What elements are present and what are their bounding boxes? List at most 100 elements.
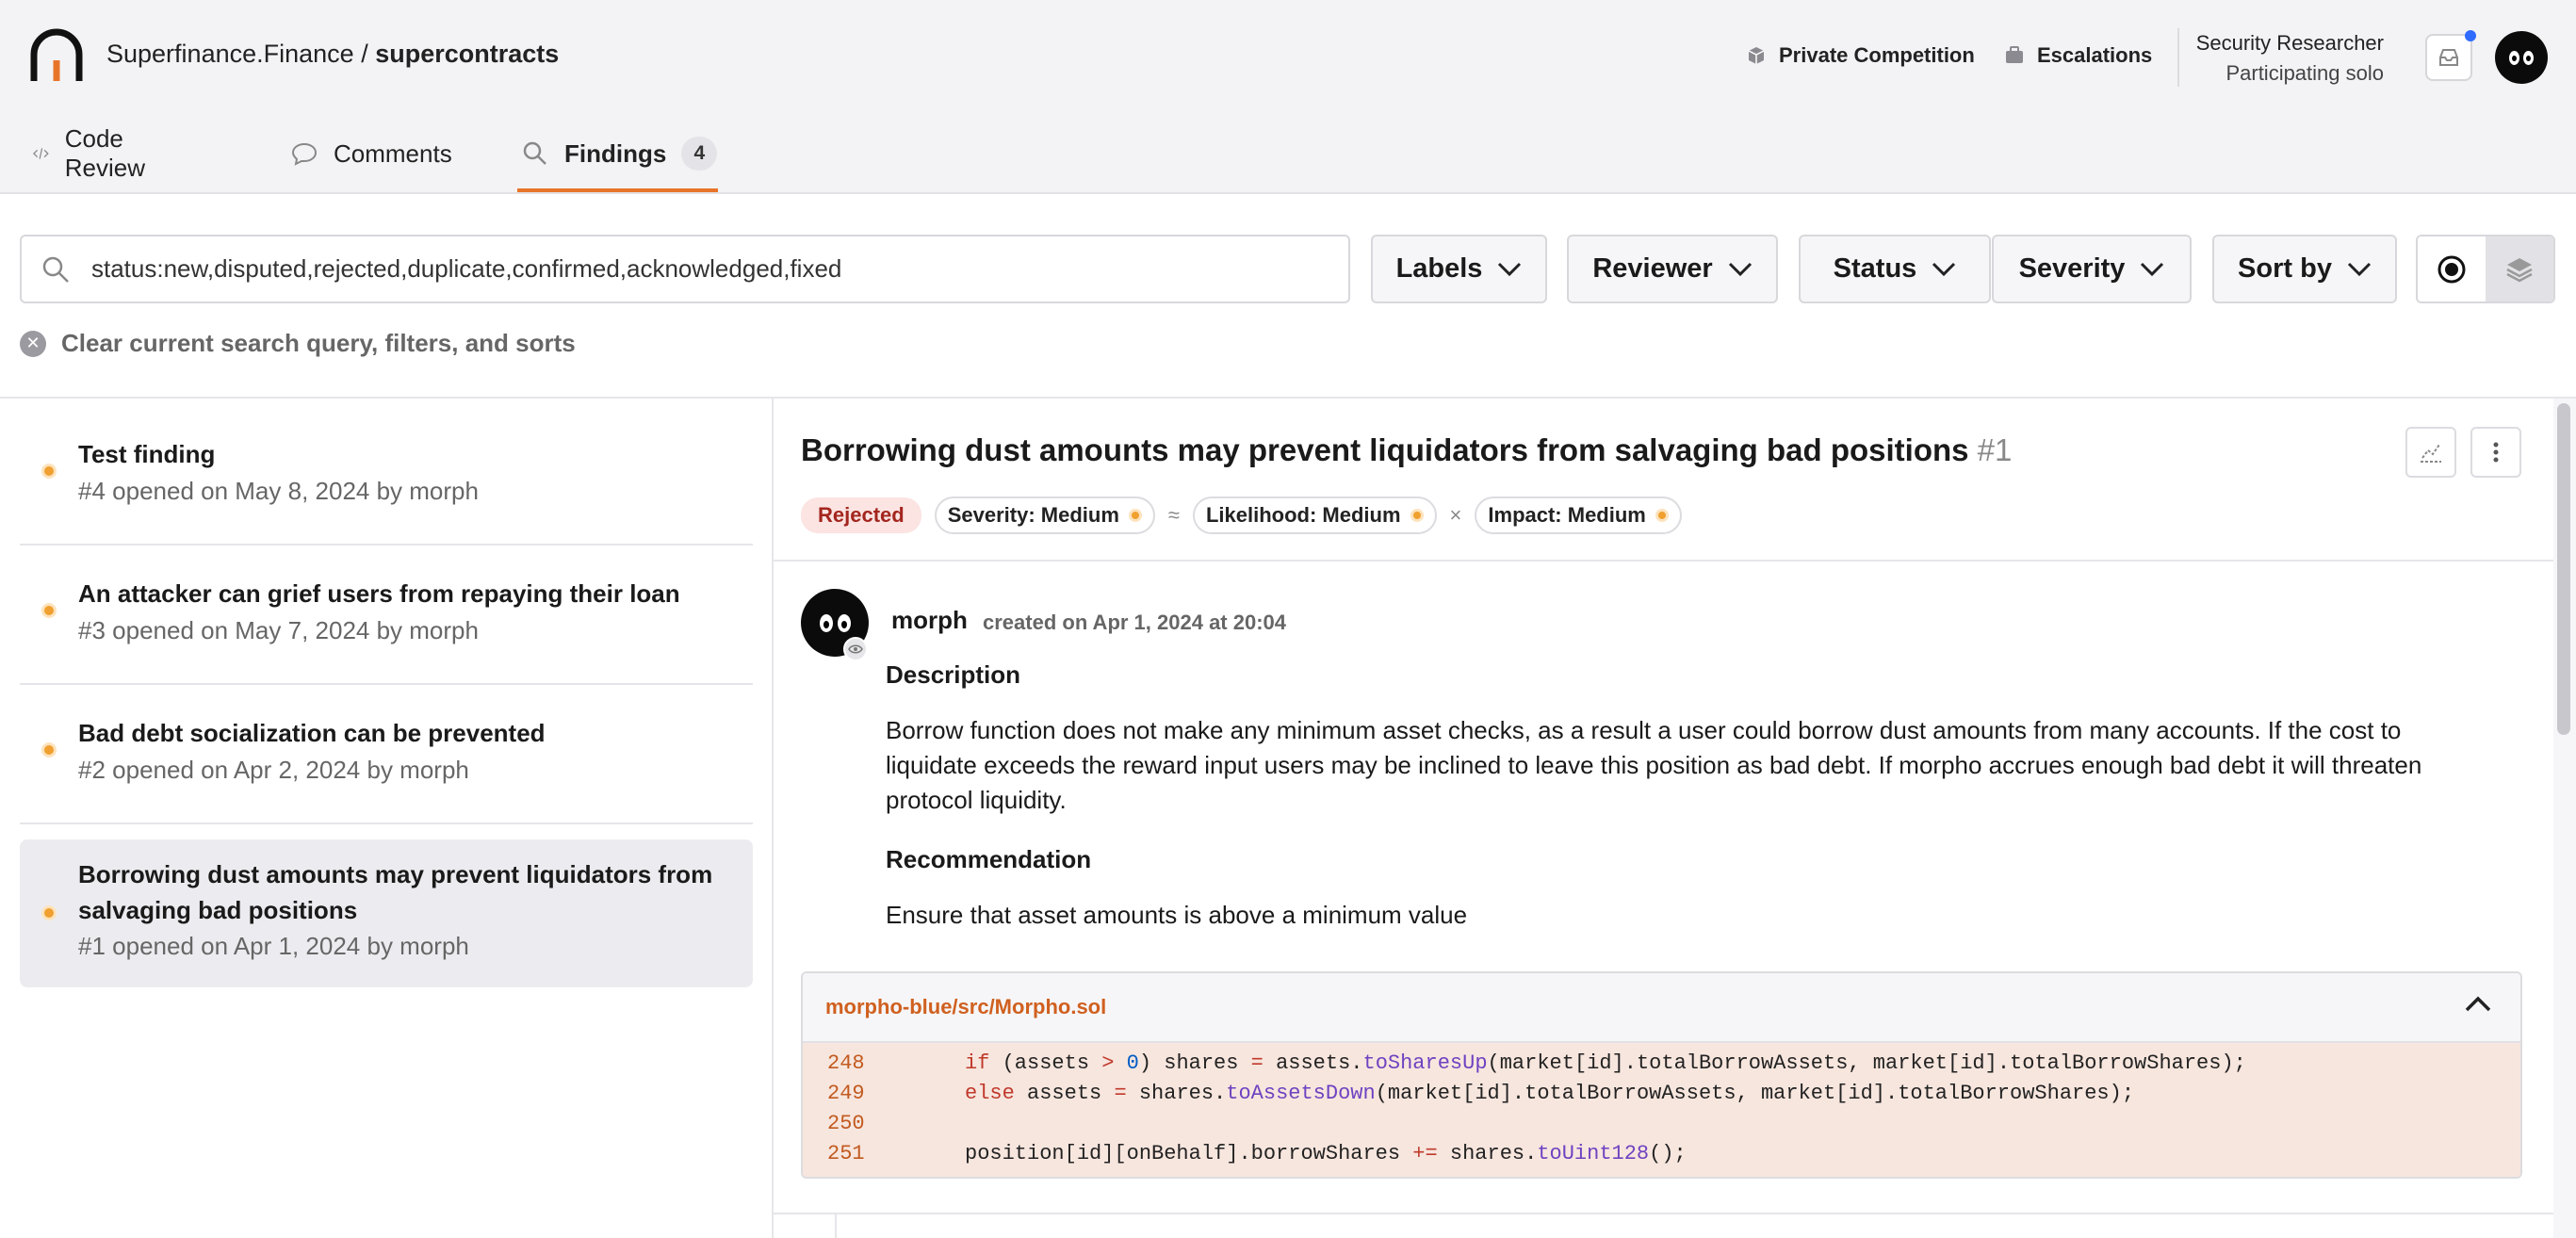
breadcrumb-separator: / xyxy=(361,40,368,68)
role-subtitle: Participating solo xyxy=(2225,61,2384,85)
list-divider xyxy=(20,683,753,685)
inbox-button[interactable] xyxy=(2425,34,2472,81)
impact-chip: Impact: Medium xyxy=(1475,497,1682,534)
chevron-down-icon xyxy=(1728,262,1752,276)
more-options-button[interactable] xyxy=(2470,427,2521,478)
visibility-badge xyxy=(843,637,868,661)
search-icon xyxy=(42,256,69,283)
finding-meta: #2 opened on Apr 2, 2024 by morph xyxy=(78,756,469,784)
escalations-label: Escalations xyxy=(2037,43,2153,67)
line-number: 250 xyxy=(827,1112,865,1135)
status-dot-icon xyxy=(41,742,57,757)
private-competition-label: Private Competition xyxy=(1779,43,1975,67)
line-number: 249 xyxy=(827,1082,865,1105)
status-dot-icon xyxy=(41,464,57,479)
code-snippet-header[interactable]: morpho-blue/src/Morpho.sol xyxy=(803,973,2520,1043)
scrollbar-thumb[interactable] xyxy=(2557,403,2570,735)
chevron-down-icon xyxy=(2141,262,2164,276)
description-heading: Description xyxy=(886,660,1021,689)
radio-dot-icon xyxy=(2437,255,2466,283)
detail-bottom-divider xyxy=(774,1213,2556,1214)
likelihood-chip: Likelihood: Medium xyxy=(1192,497,1437,534)
chevron-up-icon[interactable] xyxy=(2464,994,2492,1013)
user-role: Security Researcher Participating solo xyxy=(2196,28,2384,89)
finding-title: Test finding xyxy=(78,440,216,468)
layers-icon xyxy=(2506,257,2533,282)
code-line: 248 if (assets > 0) shares = assets.toSh… xyxy=(803,1049,2520,1079)
finding-list-item[interactable]: Bad debt socialization can be prevented … xyxy=(20,700,753,811)
severity-chip: Severity: Medium xyxy=(934,497,1155,534)
comment-icon xyxy=(291,142,318,166)
finding-title: Bad debt socialization can be prevented xyxy=(78,719,546,747)
inbox-icon xyxy=(2439,49,2458,66)
labels-dropdown[interactable]: Labels xyxy=(1371,235,1547,303)
tab-code-review[interactable]: Code Review xyxy=(32,113,155,194)
likelihood-chip-label: Likelihood: Medium xyxy=(1205,503,1401,527)
impact-chip-label: Impact: Medium xyxy=(1488,503,1646,527)
user-avatar[interactable] xyxy=(2495,31,2548,84)
recommendation-text: Ensure that asset amounts is above a min… xyxy=(886,901,1468,929)
breadcrumb-repo[interactable]: supercontracts xyxy=(375,40,559,68)
code-line: 250 xyxy=(803,1109,2520,1139)
times-symbol: × xyxy=(1449,503,1462,527)
code-file-path[interactable]: morpho-blue/src/Morpho.sol xyxy=(825,995,1106,1019)
code-lines: 248 if (assets > 0) shares = assets.toSh… xyxy=(803,1043,2520,1177)
chevron-down-icon xyxy=(1498,262,1522,276)
stacked-view-button[interactable] xyxy=(2486,236,2553,301)
finding-body: Description Borrow function does not mak… xyxy=(886,650,2487,957)
detail-divider xyxy=(774,560,2556,562)
notification-dot xyxy=(2465,30,2476,41)
findings-count-badge: 4 xyxy=(681,137,718,171)
description-text: Borrow function does not make any minimu… xyxy=(886,716,2422,814)
trend-chart-icon xyxy=(2421,444,2441,463)
clear-filters-link[interactable]: ✕ Clear current search query, filters, a… xyxy=(20,329,576,358)
single-view-button[interactable] xyxy=(2418,236,2486,301)
avatar-eye-icon xyxy=(819,613,833,632)
logo-icon[interactable] xyxy=(28,28,85,85)
author-name[interactable]: morph xyxy=(891,606,968,635)
role-title: Security Researcher xyxy=(2195,31,2384,55)
code-text: if (assets > 0) shares = assets.toShares… xyxy=(965,1051,2246,1075)
finding-list-item[interactable]: Test finding #4 opened on May 8, 2024 by… xyxy=(20,421,753,532)
status-dropdown[interactable]: Status xyxy=(1799,235,1991,303)
code-line: 251 position[id][onBehalf].borrowShares … xyxy=(803,1139,2520,1169)
tab-comments-label: Comments xyxy=(334,138,452,168)
breadcrumb: Superfinance.Finance / supercontracts xyxy=(106,40,559,69)
finding-list-item-selected[interactable]: Borrowing dust amounts may prevent liqui… xyxy=(20,839,753,987)
reviewer-dropdown-label: Reviewer xyxy=(1592,253,1713,284)
active-tab-indicator xyxy=(517,188,718,192)
severity-dropdown[interactable]: Severity xyxy=(1992,235,2192,303)
avatar-eye-icon xyxy=(837,613,851,632)
approx-symbol: ≈ xyxy=(1167,503,1180,527)
finding-detail-title: Borrowing dust amounts may prevent liqui… xyxy=(801,432,2012,468)
code-text: else assets = shares.toAssetsDown(market… xyxy=(965,1082,2135,1105)
sort-by-dropdown[interactable]: Sort by xyxy=(2212,235,2397,303)
finding-detail-number: #1 xyxy=(1977,432,2013,467)
finding-meta: #4 opened on May 8, 2024 by morph xyxy=(78,477,479,505)
avatar-eye-icon xyxy=(2523,50,2534,65)
created-timestamp: created on Apr 1, 2024 at 20:04 xyxy=(983,611,1287,634)
status-badge: Rejected xyxy=(801,497,921,533)
tab-comments[interactable]: Comments xyxy=(290,113,452,194)
top-header: Superfinance.Finance / supercontracts Pr… xyxy=(0,0,2576,194)
section-divider xyxy=(0,397,2576,399)
tab-code-review-label: Code Review xyxy=(64,124,145,182)
view-toggle xyxy=(2416,235,2555,303)
clear-filters-label: Clear current search query, filters, and… xyxy=(61,329,576,357)
tab-findings[interactable]: Findings 4 xyxy=(521,113,718,194)
reviewer-dropdown[interactable]: Reviewer xyxy=(1567,235,1778,303)
close-circle-icon: ✕ xyxy=(20,330,46,357)
finding-meta: #3 opened on May 7, 2024 by morph xyxy=(78,616,479,644)
severity-dropdown-label: Severity xyxy=(2018,253,2126,284)
search-input[interactable] xyxy=(91,254,1316,284)
header-divider xyxy=(2177,28,2179,87)
pane-divider xyxy=(772,399,774,1238)
private-competition-link[interactable]: Private Competition xyxy=(1747,43,1975,68)
box-icon xyxy=(1748,47,1765,64)
line-number: 248 xyxy=(827,1051,865,1075)
finding-list-item[interactable]: An attacker can grief users from repayin… xyxy=(20,561,753,672)
chart-button[interactable] xyxy=(2405,427,2456,478)
code-text: position[id][onBehalf].borrowShares += s… xyxy=(965,1142,1687,1165)
breadcrumb-org[interactable]: Superfinance.Finance xyxy=(106,40,354,68)
escalations-link[interactable]: Escalations xyxy=(2005,43,2152,68)
